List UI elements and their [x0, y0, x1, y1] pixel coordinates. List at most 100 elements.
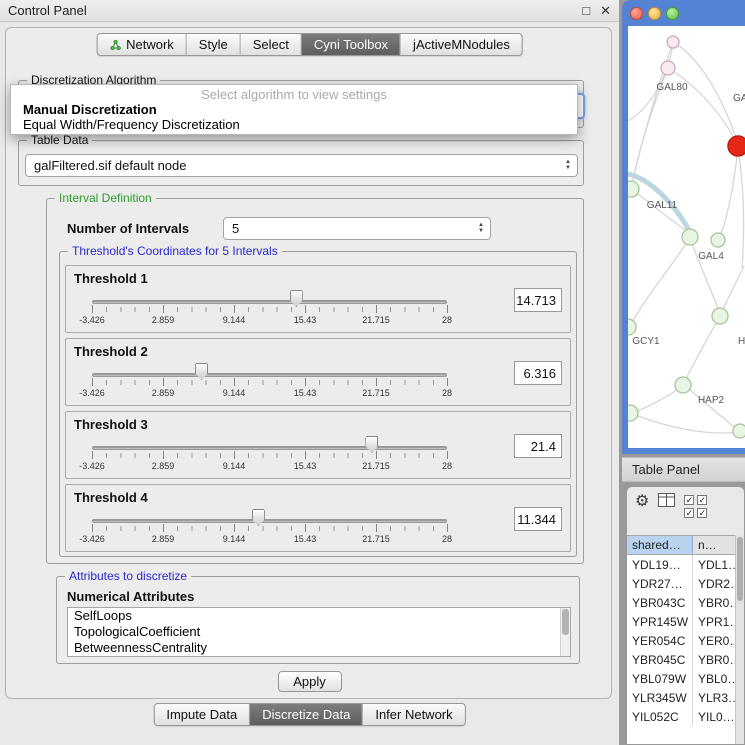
- threshold-1-value-field[interactable]: 14.713: [514, 288, 562, 312]
- slider-ticks: [92, 526, 447, 531]
- column-header-shared-name[interactable]: shared…: [627, 536, 693, 554]
- apply-button[interactable]: Apply: [278, 671, 342, 692]
- network-node-hap2[interactable]: [675, 377, 691, 393]
- table-row[interactable]: YBL079WYBL0…: [627, 669, 744, 688]
- tab-select[interactable]: Select: [241, 34, 302, 55]
- table-row[interactable]: YLR345WYLR3…: [627, 688, 744, 707]
- columns-icon[interactable]: [658, 493, 675, 507]
- threshold-1-slider[interactable]: -3.426 2.859 9.144 15.43 21.715 28: [92, 288, 447, 330]
- network-node-selected-red[interactable]: [728, 136, 745, 156]
- gear-icon[interactable]: ⚙: [635, 493, 649, 511]
- node-label-hap2: HAP2: [698, 395, 725, 406]
- threshold-4-slider-thumb[interactable]: [252, 509, 265, 526]
- checkbox-checked[interactable]: ✓: [684, 508, 694, 518]
- interval-definition-group-label: Interval Definition: [55, 191, 156, 205]
- popup-option-equal-width[interactable]: Equal Width/Frequency Discretization: [11, 117, 577, 132]
- table-row[interactable]: YBR045CYBR0…: [627, 650, 744, 669]
- tab-infer-network[interactable]: Infer Network: [363, 704, 464, 725]
- slider-track[interactable]: [92, 300, 447, 304]
- slider-track[interactable]: [92, 373, 447, 377]
- table-panel-title: Table Panel: [632, 462, 700, 477]
- node-label-gal80: GAL80: [656, 82, 688, 93]
- thresholds-group: Threshold's Coordinates for 5 Intervals …: [59, 251, 577, 557]
- attributes-group: Attributes to discretize Numerical Attri…: [56, 576, 580, 664]
- slider-track[interactable]: [92, 519, 447, 523]
- table-row[interactable]: YDL19…YDL1…: [627, 555, 744, 574]
- tab-cyni-toolbox-label: Cyni Toolbox: [314, 37, 388, 52]
- close-window-icon[interactable]: ✕: [600, 3, 611, 19]
- zoom-traffic-light[interactable]: [666, 7, 679, 20]
- threshold-3-slider[interactable]: -3.426 2.859 9.144 15.43 21.715 28: [92, 434, 447, 476]
- network-node[interactable]: [628, 405, 638, 421]
- network-node[interactable]: [682, 229, 698, 245]
- threshold-3-value-field[interactable]: 21.4: [514, 434, 562, 458]
- node-label-partial: H: [738, 336, 745, 347]
- close-traffic-light[interactable]: [630, 7, 643, 20]
- list-item[interactable]: SelfLoops: [68, 608, 570, 624]
- table-row[interactable]: YIL052CYIL0…: [627, 707, 744, 726]
- threshold-3-label: Threshold 3: [74, 417, 148, 432]
- threshold-2-panel: Threshold 2 -3.426 2.859 9.144 15.43 21.…: [65, 338, 571, 406]
- threshold-4-value-field[interactable]: 11.344: [514, 507, 562, 531]
- threshold-4-slider[interactable]: -3.426 2.859 9.144 15.43 21.715 28: [92, 507, 447, 549]
- combo-arrows-icon: ▲▼: [478, 223, 484, 234]
- top-tab-bar: Network Style Select Cyni Toolbox jActiv…: [96, 33, 523, 56]
- slider-axis-labels: -3.426 2.859 9.144 15.43 21.715 28: [92, 388, 447, 400]
- network-node-gal11[interactable]: [628, 181, 639, 197]
- tab-cyni-toolbox[interactable]: Cyni Toolbox: [302, 34, 401, 55]
- threshold-2-label: Threshold 2: [74, 344, 148, 359]
- float-window-icon[interactable]: □: [582, 3, 590, 19]
- network-node-gcy1[interactable]: [628, 319, 636, 335]
- threshold-2-slider[interactable]: -3.426 2.859 9.144 15.43 21.715 28: [92, 361, 447, 403]
- slider-axis-labels: -3.426 2.859 9.144 15.43 21.715 28: [92, 461, 447, 473]
- table-scrollbar[interactable]: [735, 535, 744, 744]
- slider-track[interactable]: [92, 446, 447, 450]
- tab-infer-network-label: Infer Network: [375, 707, 452, 722]
- window-title: Control Panel: [8, 3, 87, 18]
- tab-discretize-data[interactable]: Discretize Data: [250, 704, 363, 725]
- table-panel-window: ⚙ ✓ ✓ ✓ ✓ shared… n… YDL19…YDL1… YDR27…Y…: [626, 486, 745, 745]
- algorithm-dropdown-popup: Select algorithm to view settings Manual…: [10, 84, 578, 135]
- tab-jactivemnodules[interactable]: jActiveMNodules: [401, 34, 522, 55]
- table-row[interactable]: YDR27…YDR2…: [627, 574, 744, 593]
- network-node[interactable]: [712, 308, 728, 324]
- table-row[interactable]: YBR043CYBR0…: [627, 593, 744, 612]
- scrollbar-thumb[interactable]: [562, 609, 569, 635]
- node-label-partial: GA: [733, 93, 745, 104]
- table-row[interactable]: YPR145WYPR1…: [627, 612, 744, 631]
- attributes-scrollbar[interactable]: [560, 608, 570, 656]
- network-node-gal4[interactable]: [711, 233, 725, 247]
- scrollbar-thumb[interactable]: [737, 537, 743, 601]
- network-canvas[interactable]: GAL80 GA GAL11 GAL4 GCY1 H HAP2: [628, 26, 745, 448]
- tab-style[interactable]: Style: [187, 34, 241, 55]
- table-row[interactable]: YER054CYER0…: [627, 631, 744, 650]
- checkbox-checked[interactable]: ✓: [684, 495, 694, 505]
- tab-network[interactable]: Network: [97, 34, 187, 55]
- popup-option-manual-discretization[interactable]: Manual Discretization: [11, 102, 577, 117]
- list-item[interactable]: BetweennessCentrality: [68, 640, 570, 656]
- table-data-combobox[interactable]: galFiltered.sif default node ▲▼: [25, 154, 578, 177]
- checkbox-checked[interactable]: ✓: [697, 495, 707, 505]
- column-visibility-checkboxes: ✓ ✓ ✓ ✓: [684, 495, 707, 518]
- number-of-intervals-combobox[interactable]: 5 ▲▼: [223, 217, 491, 240]
- threshold-1-label: Threshold 1: [74, 271, 148, 286]
- threshold-2-value-field[interactable]: 6.316: [514, 361, 562, 385]
- table-panel-titlebar: Table Panel: [622, 457, 745, 482]
- numerical-attributes-label: Numerical Attributes: [67, 589, 194, 604]
- node-label-gcy1: GCY1: [632, 336, 660, 347]
- attributes-group-label: Attributes to discretize: [65, 569, 191, 583]
- threshold-2-slider-thumb[interactable]: [195, 363, 208, 380]
- network-node[interactable]: [733, 424, 745, 438]
- tab-impute-data[interactable]: Impute Data: [154, 704, 250, 725]
- threshold-1-slider-thumb[interactable]: [290, 290, 303, 307]
- node-label-gal11: GAL11: [647, 200, 678, 211]
- table-rows: YDL19…YDL1… YDR27…YDR2… YBR043CYBR0… YPR…: [627, 555, 744, 745]
- network-node[interactable]: [667, 36, 679, 48]
- minimize-traffic-light[interactable]: [648, 7, 661, 20]
- control-panel-titlebar: Control Panel □ ✕: [0, 0, 619, 22]
- network-icon: [109, 39, 121, 51]
- table-data-group-label: Table Data: [27, 133, 92, 147]
- list-item[interactable]: TopologicalCoefficient: [68, 624, 570, 640]
- network-node-gal80[interactable]: [661, 61, 675, 75]
- checkbox-checked[interactable]: ✓: [697, 508, 707, 518]
